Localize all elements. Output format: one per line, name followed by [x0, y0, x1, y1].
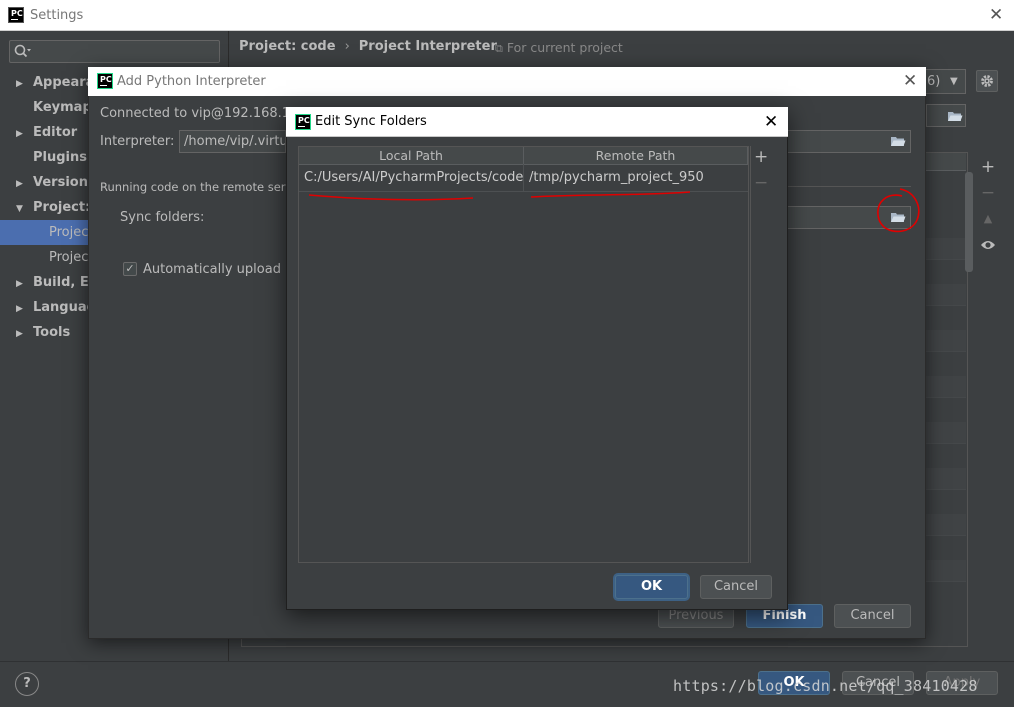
sidebar-item-label: Keymap — [33, 100, 92, 115]
add-interpreter-title-bar: PC Add Python Interpreter ✕ — [88, 67, 926, 96]
sync-table-toolbar — [750, 146, 776, 563]
interpreter-select-value: 6) — [927, 74, 941, 89]
copy-icon: ⧉ — [495, 42, 503, 55]
interpreter-path-input-end[interactable] — [786, 130, 911, 153]
sidebar-item-label: Project — [49, 250, 94, 265]
for-current-project-note: ⧉ For current project — [495, 40, 623, 56]
connected-to-label: Connected to vip@192.168.1.10 — [100, 106, 311, 121]
plus-icon[interactable]: + — [754, 147, 768, 167]
minus-icon[interactable]: − — [978, 183, 998, 203]
for-current-project-label: For current project — [506, 40, 623, 55]
add-interpreter-cancel-button[interactable]: Cancel — [834, 604, 911, 628]
gear-icon — [981, 75, 993, 87]
annotation-underline — [308, 191, 691, 201]
sidebar-item-label: Plugins — [33, 150, 87, 165]
expand-arrow-icon: ▶ — [16, 304, 23, 314]
sync-folders-title-bar: PC Edit Sync Folders ✕ — [286, 107, 788, 137]
expand-arrow-icon: ▶ — [16, 279, 23, 289]
settings-search-input[interactable] — [9, 40, 220, 63]
close-icon[interactable]: ✕ — [989, 5, 1003, 25]
table-cell-local-path[interactable]: C:/Users/AI/PycharmProjects/code — [299, 164, 524, 192]
folder-icon — [891, 137, 906, 146]
pycharm-logo-icon: PC — [97, 73, 113, 89]
interpreter-label: Interpreter: — [100, 134, 175, 149]
window-title: Settings — [30, 8, 84, 23]
sidebar-item-label: Tools — [33, 325, 71, 340]
breadcrumb: Project: code › Project Interpreter — [239, 39, 497, 57]
table-cell-remote-path[interactable]: /tmp/pycharm_project_950 — [524, 164, 748, 192]
close-icon[interactable]: ✕ — [764, 112, 778, 132]
expand-arrow-icon: ▶ — [16, 179, 23, 189]
up-arrow-icon[interactable]: ▲ — [978, 209, 998, 229]
column-header-remote-path[interactable]: Remote Path — [524, 147, 748, 165]
interpreter-path-input[interactable]: /home/vip/.virtua — [179, 130, 286, 153]
sync-ok-button[interactable]: OK — [615, 575, 688, 599]
column-header-local-path[interactable]: Local Path — [299, 147, 524, 165]
auto-upload-checkbox[interactable]: ✓ — [123, 262, 137, 276]
dialog-title: Add Python Interpreter — [117, 74, 266, 89]
pycharm-logo-icon: PC — [8, 7, 24, 23]
path-field-remnant[interactable] — [926, 104, 966, 127]
help-button[interactable]: ? — [15, 672, 39, 696]
table-scrollbar[interactable] — [965, 172, 973, 272]
sync-cancel-button[interactable]: Cancel — [700, 575, 772, 599]
collapse-arrow-icon: ▼ — [16, 204, 23, 214]
chevron-down-icon: ▼ — [950, 76, 958, 87]
breadcrumb-separator: › — [344, 39, 350, 54]
sidebar-item-label: Project — [49, 225, 94, 240]
plus-icon[interactable]: + — [978, 157, 998, 177]
checkmark-icon: ✓ — [125, 262, 135, 275]
expand-arrow-icon: ▶ — [16, 129, 23, 139]
pycharm-logo-icon: PC — [295, 114, 311, 130]
expand-arrow-icon: ▶ — [16, 79, 23, 89]
sidebar-item-label: Editor — [33, 125, 78, 140]
eye-icon[interactable] — [980, 238, 996, 252]
settings-title-bar: PC Settings ✕ — [0, 0, 1014, 31]
expand-arrow-icon: ▶ — [16, 329, 23, 339]
breadcrumb-page: Project Interpreter — [358, 39, 497, 54]
watermark-text: https://blog.csdn.net/qq_38410428 — [673, 677, 978, 695]
sync-folders-label: Sync folders: — [120, 210, 205, 225]
settings-gear-button[interactable] — [976, 70, 998, 92]
annotation-circle — [877, 188, 920, 233]
auto-upload-label: Automatically upload pro — [143, 262, 307, 277]
close-icon[interactable]: ✕ — [903, 71, 917, 91]
sync-folders-table — [298, 146, 749, 563]
running-code-label: Running code on the remote server — [100, 180, 305, 194]
search-icon — [14, 44, 31, 58]
folder-icon — [948, 112, 963, 121]
minus-icon[interactable]: − — [754, 173, 768, 193]
interpreter-path-value: /home/vip/.virtua — [184, 134, 286, 149]
breadcrumb-project: Project: code — [239, 39, 336, 54]
dialog-title: Edit Sync Folders — [315, 114, 427, 129]
